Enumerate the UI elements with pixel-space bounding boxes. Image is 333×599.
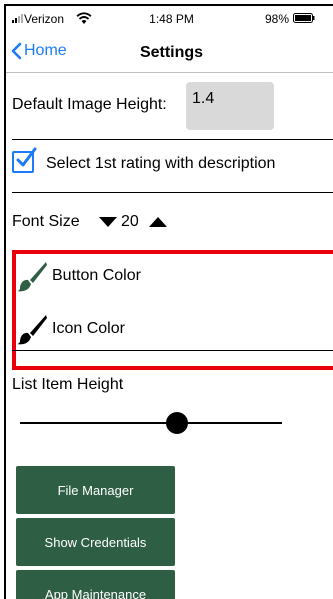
icon-color-label: Icon Color bbox=[52, 320, 125, 337]
triangle-down-icon[interactable] bbox=[98, 216, 118, 228]
font-size-label: Font Size bbox=[12, 213, 80, 230]
button-color-label: Button Color bbox=[52, 267, 141, 284]
slider-track bbox=[20, 422, 282, 424]
rating-row: Select 1st rating with description bbox=[6, 141, 333, 191]
icon-color-row[interactable]: Icon Color bbox=[16, 309, 125, 349]
show-credentials-button[interactable]: Show Credentials bbox=[16, 518, 175, 566]
triangle-up-icon[interactable] bbox=[148, 216, 168, 228]
image-height-row: Default Image Height: bbox=[6, 76, 333, 136]
battery-icon bbox=[293, 13, 315, 23]
status-bar: Verizon 1:48 PM 98% bbox=[6, 6, 333, 34]
back-button-label: Home bbox=[24, 42, 67, 59]
chevron-left-icon bbox=[11, 42, 22, 60]
battery-percent: 98% bbox=[264, 12, 289, 26]
list-item-height-slider[interactable] bbox=[20, 408, 282, 438]
image-height-label: Default Image Height: bbox=[12, 96, 167, 113]
navigation-bar: Home Settings bbox=[6, 34, 333, 73]
font-size-value: 20 bbox=[121, 213, 139, 230]
font-size-row: Font Size 20 bbox=[6, 196, 333, 246]
slider-thumb[interactable] bbox=[166, 412, 188, 434]
divider bbox=[12, 350, 333, 351]
paintbrush-icon bbox=[17, 315, 47, 345]
checkmark-icon bbox=[16, 147, 37, 167]
rating-checkbox[interactable] bbox=[12, 147, 37, 173]
file-manager-button[interactable]: File Manager bbox=[16, 466, 175, 514]
rating-label: Select 1st rating with description bbox=[46, 155, 276, 172]
back-button[interactable]: Home bbox=[10, 42, 67, 60]
list-item-height-label: List Item Height bbox=[12, 376, 124, 393]
divider bbox=[12, 192, 333, 193]
divider bbox=[12, 139, 333, 140]
image-height-input[interactable] bbox=[186, 82, 274, 130]
settings-screen: Verizon 1:48 PM 98% Home Settings Defaul… bbox=[4, 4, 333, 599]
button-color-row[interactable]: Button Color bbox=[16, 256, 141, 296]
paintbrush-icon bbox=[17, 262, 47, 292]
